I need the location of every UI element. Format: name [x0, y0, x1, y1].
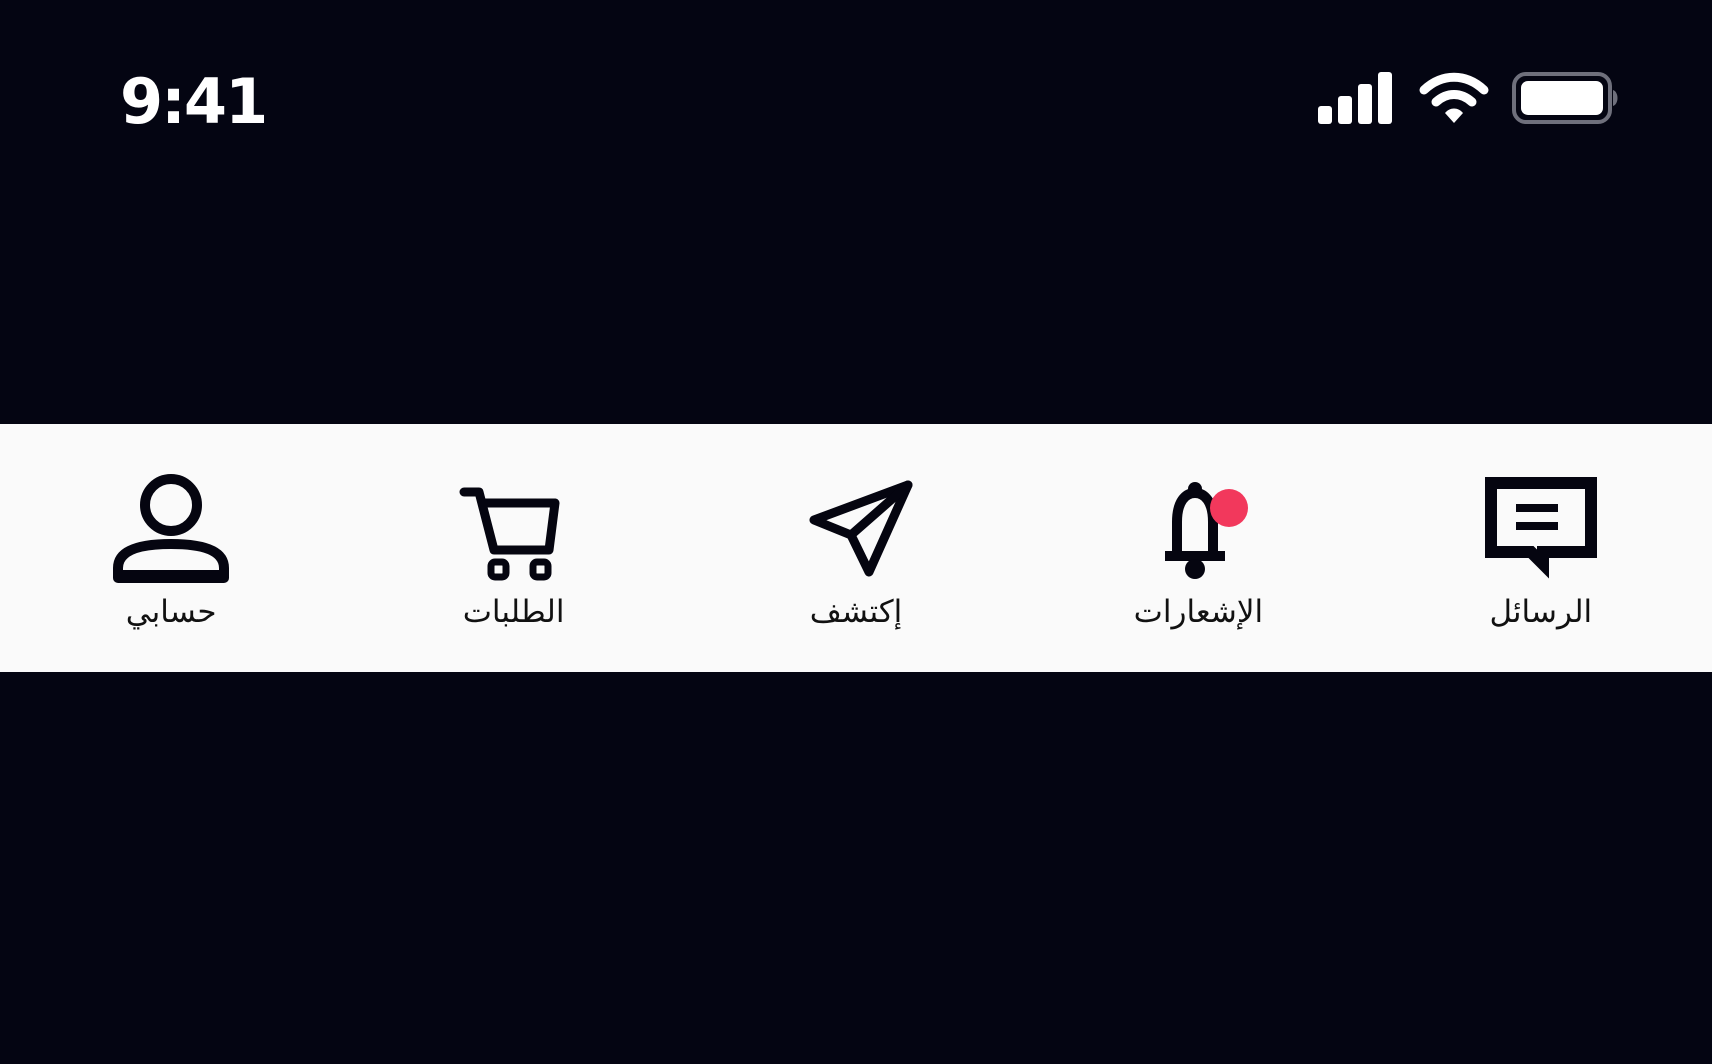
wifi-icon [1419, 72, 1489, 123]
send-icon [791, 472, 921, 588]
battery-icon [1512, 72, 1618, 124]
tab-label-messages: الرسائل [1489, 594, 1593, 630]
user-icon [106, 472, 236, 588]
notification-badge [1210, 489, 1249, 527]
message-icon [1476, 472, 1606, 588]
tab-orders[interactable]: الطلبات [342, 424, 684, 672]
status-bar: 9:41 [0, 0, 1712, 210]
tab-messages[interactable]: الرسائل [1370, 424, 1712, 672]
bottom-tab-bar: الرسائل الإشعارات إكتشف الطلبات حسابي [0, 424, 1712, 672]
tab-discover[interactable]: إكتشف [685, 424, 1027, 672]
bell-icon [1133, 472, 1263, 588]
cart-icon [449, 472, 579, 588]
status-time: 9:41 [120, 65, 268, 138]
tab-label-discover: إكتشف [809, 594, 903, 630]
status-icons [1318, 72, 1620, 124]
tab-label-orders: الطلبات [462, 594, 565, 630]
tab-label-account: حسابي [125, 594, 217, 630]
tab-account[interactable]: حسابي [0, 424, 342, 672]
tab-label-notifications: الإشعارات [1133, 594, 1264, 630]
tab-notifications[interactable]: الإشعارات [1027, 424, 1369, 672]
cellular-signal-icon [1318, 72, 1392, 124]
